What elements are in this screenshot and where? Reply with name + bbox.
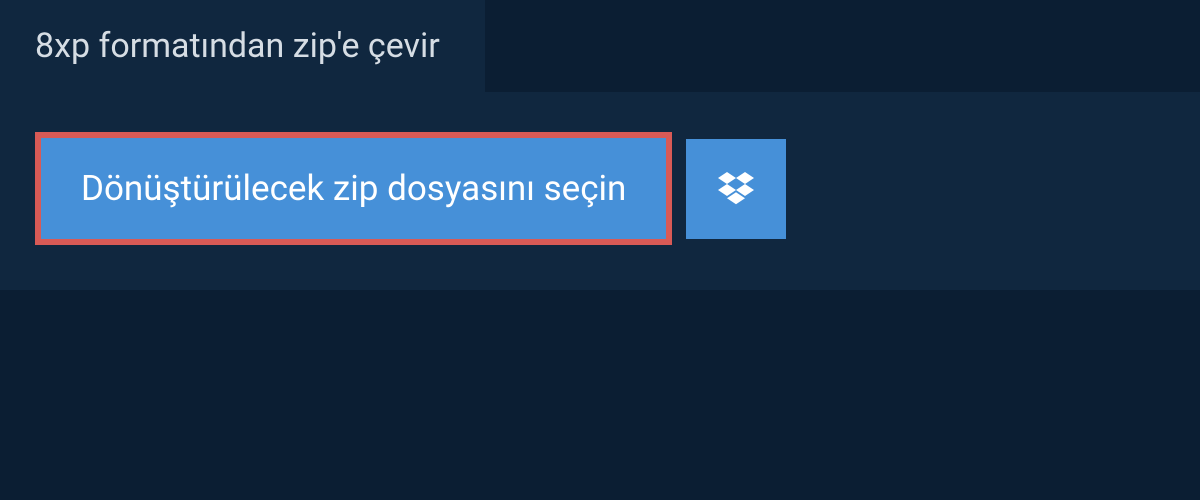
dropbox-icon — [718, 169, 754, 209]
select-file-button[interactable]: Dönüştürülecek zip dosyasını seçin — [35, 132, 672, 245]
dropbox-upload-button[interactable] — [686, 139, 786, 239]
select-file-button-label: Dönüştürülecek zip dosyasını seçin — [81, 168, 626, 209]
tab-title: 8xp formatından zip'e çevir — [35, 26, 440, 66]
tab-bar: 8xp formatından zip'e çevir — [0, 0, 1200, 92]
converter-panel: Dönüştürülecek zip dosyasını seçin — [0, 92, 1200, 290]
tab-active[interactable]: 8xp formatından zip'e çevir — [0, 0, 485, 92]
